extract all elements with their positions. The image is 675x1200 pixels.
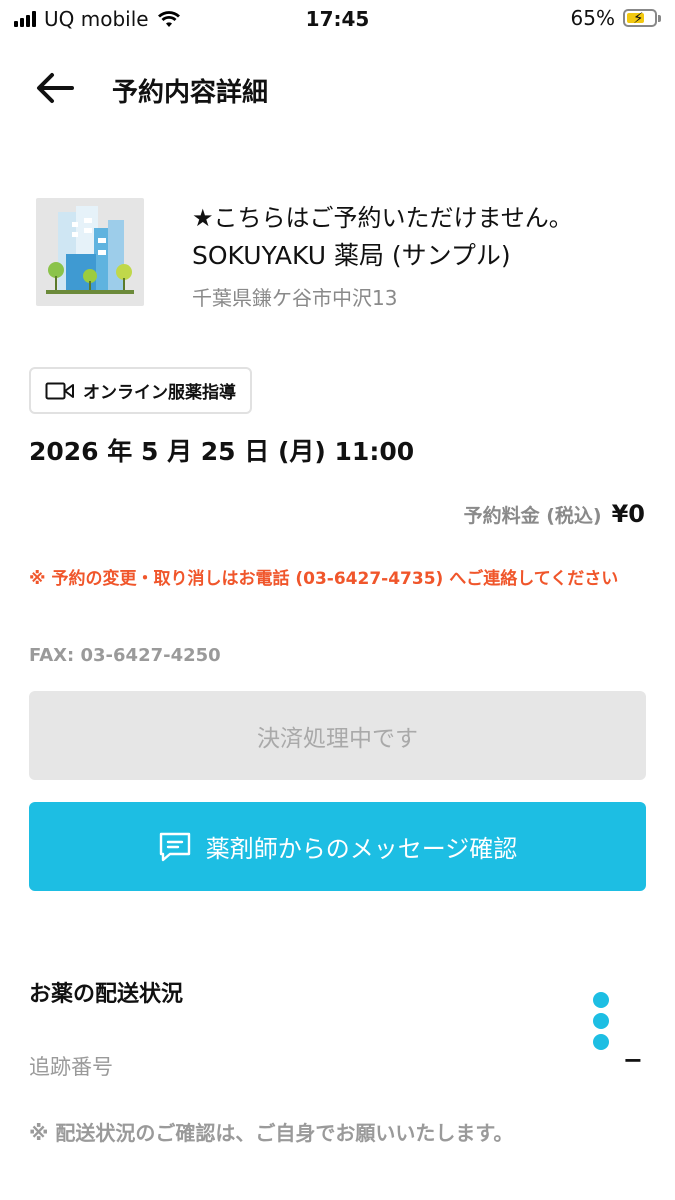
arrow-left-icon (37, 73, 74, 103)
back-button[interactable] (34, 68, 76, 108)
online-consultation-tag: オンライン服薬指導 (29, 367, 252, 414)
battery-percent: 65% (570, 6, 615, 30)
reservation-fee: 予約料金 (税込) ¥0 (464, 500, 645, 528)
tracking-number-value: − (622, 1046, 643, 1074)
tag-label: オンライン服薬指導 (83, 383, 236, 403)
tracking-number-label: 追跡番号 (29, 1055, 113, 1079)
status-right: 65% ⚡ (571, 6, 661, 30)
fax-number: FAX: 03-6427-4250 (29, 645, 221, 666)
message-button-label: 薬剤師からのメッセージ確認 (205, 835, 518, 863)
reservation-datetime: 2026 年 5 月 25 日 (月) 11:00 (29, 437, 415, 466)
app-header: 予約内容詳細 (0, 60, 675, 116)
pharmacy-image (36, 198, 144, 306)
pharmacist-message-button[interactable]: 薬剤師からのメッセージ確認 (29, 802, 646, 891)
status-bar: UQ mobile 17:45 65% ⚡ (0, 0, 675, 40)
building-illustration-icon (46, 206, 134, 294)
change-cancel-warning: ※ 予約の変更・取り消しはお電話 (03-6427-4735) へご連絡してくだ… (29, 569, 619, 589)
video-camera-icon (45, 382, 74, 399)
fee-value: ¥0 (611, 500, 645, 528)
fee-label: 予約料金 (税込) (463, 505, 602, 527)
pharmacy-notice: ★こちらはご予約いただけません。 (192, 204, 573, 232)
delivery-section-title: お薬の配送状況 (29, 982, 184, 1007)
pharmacy-address: 千葉県鎌ケ谷市中沢13 (192, 286, 398, 310)
page-title: 予約内容詳細 (112, 78, 269, 108)
battery-icon: ⚡ (623, 9, 657, 27)
delivery-note: ※ 配送状況のご確認は、ご自身でお願いいたします。 (29, 1121, 514, 1145)
charging-bolt-icon: ⚡ (633, 9, 644, 27)
payment-status-button: 決済処理中です (29, 691, 646, 780)
chat-bubble-icon (159, 832, 190, 861)
more-options-icon[interactable] (593, 992, 613, 1055)
battery-cap (658, 14, 661, 22)
payment-status-label: 決済処理中です (257, 725, 418, 752)
pharmacy-name: SOKUYAKU 薬局 (サンプル) (192, 241, 511, 270)
